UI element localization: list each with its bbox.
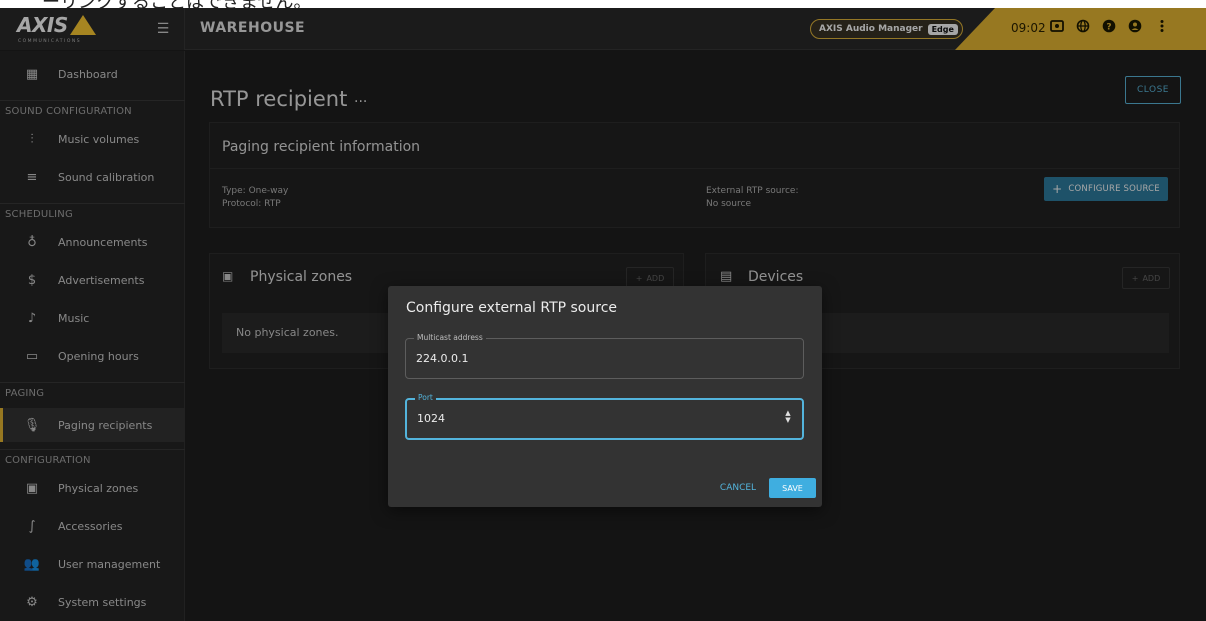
multicast-address-input[interactable] xyxy=(416,352,756,365)
caption-text: ーリンクすることはできません。 xyxy=(42,0,311,8)
port-stepper-icon[interactable]: ▲ ▼ xyxy=(783,410,793,426)
port-input[interactable] xyxy=(417,412,757,425)
dialog-title: Configure external RTP source xyxy=(406,300,618,316)
save-button[interactable]: SAVE xyxy=(769,478,816,498)
port-field[interactable]: Port ▲▼ xyxy=(405,393,804,440)
cancel-button[interactable]: CANCEL xyxy=(713,478,763,498)
configure-rtp-dialog: Configure external RTP source Multicast … xyxy=(388,286,822,507)
port-label: Port xyxy=(415,393,436,402)
app-window: AXIS COMMUNICATIONS ☰ WAREHOUSE AXIS Aud… xyxy=(0,8,1206,621)
multicast-address-field[interactable]: Multicast address xyxy=(405,333,804,379)
multicast-address-label: Multicast address xyxy=(414,333,486,342)
top-caption-strip: ーリンクすることはできません。 xyxy=(0,0,1206,8)
